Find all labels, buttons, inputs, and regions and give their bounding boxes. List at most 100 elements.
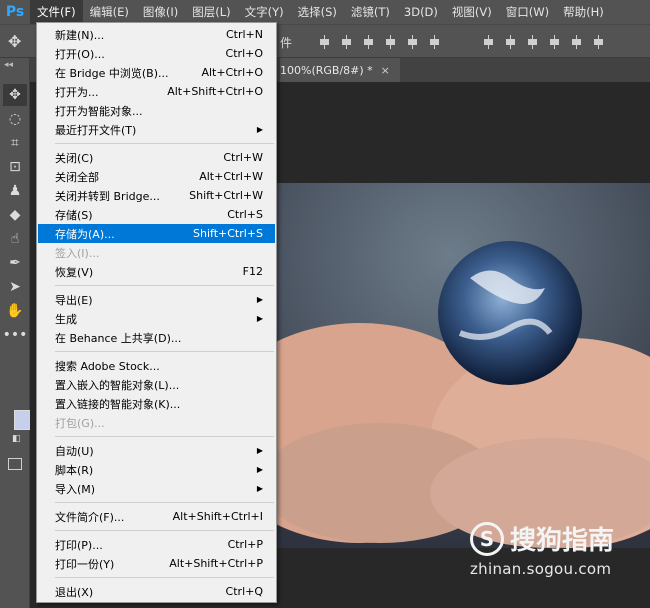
menu-help[interactable]: 帮助(H) [556, 0, 611, 24]
menu-item-export[interactable]: 导出(E) ▶ [38, 290, 275, 309]
hands-globe-photo [250, 183, 650, 548]
menu-view[interactable]: 视图(V) [445, 0, 499, 24]
menu-layer[interactable]: 图层(L) [185, 0, 237, 24]
align-top-icon[interactable] [318, 35, 332, 49]
menu-item-label: 关闭全部 [55, 170, 99, 184]
menu-item-browse-bridge[interactable]: 在 Bridge 中浏览(B)... Alt+Ctrl+O [38, 63, 275, 82]
menu-item-exit[interactable]: 退出(X) Ctrl+Q [38, 582, 275, 601]
move-tool-icon[interactable]: ✥ [3, 84, 27, 106]
menu-item-label: 关闭(C) [55, 151, 94, 165]
frame-tool-icon[interactable]: ⊡ [3, 156, 27, 178]
menu-item-close-go-bridge[interactable]: 关闭并转到 Bridge... Shift+Ctrl+W [38, 186, 275, 205]
menu-item-share-behance[interactable]: 在 Behance 上共享(D)... [38, 328, 275, 347]
document-tab[interactable]: 100%(RGB/8#) * × [280, 58, 400, 82]
menu-image[interactable]: 图像(I) [136, 0, 185, 24]
more-tools-icon[interactable]: ••• [3, 324, 28, 346]
menu-item-label: 导入(M) [55, 482, 96, 496]
menu-item-file-info[interactable]: 文件简介(F)... Alt+Shift+Ctrl+I [38, 507, 275, 526]
menu-item-import[interactable]: 导入(M) ▶ [38, 479, 275, 498]
watermark: S 搜狗指南 zhinan.sogou.com [470, 520, 640, 578]
lasso-tool-icon[interactable]: ◌ [3, 108, 27, 130]
submenu-arrow-icon: ▶ [256, 314, 263, 323]
menu-item-label: 在 Behance 上共享(D)... [55, 331, 182, 345]
menu-item-close[interactable]: 关闭(C) Ctrl+W [38, 148, 275, 167]
document-canvas-image[interactable] [250, 183, 650, 548]
align-right-icon[interactable] [428, 35, 442, 49]
submenu-arrow-icon: ▶ [256, 484, 263, 493]
tools-panel: ◂◂ ✥ ◌ ⌗ ⊡ ♟ ◆ ☝ ✒ ➤ ✋ ••• ◧ [0, 58, 34, 608]
menu-item-close-all[interactable]: 关闭全部 Alt+Ctrl+W [38, 167, 275, 186]
menu-select[interactable]: 选择(S) [291, 0, 344, 24]
stamp-tool-icon[interactable]: ♟ [3, 180, 27, 202]
align-left-icon[interactable] [384, 35, 398, 49]
menu-item-shortcut: Alt+Ctrl+W [199, 170, 263, 183]
distribute-hcenter-icon[interactable] [570, 35, 584, 49]
path-select-tool-icon[interactable]: ➤ [3, 276, 27, 298]
align-vcenter-icon[interactable] [340, 35, 354, 49]
menu-item-open[interactable]: 打开(O)... Ctrl+O [38, 44, 275, 63]
menu-item-new[interactable]: 新建(N)... Ctrl+N [38, 25, 275, 44]
menu-file[interactable]: 文件(F) [30, 0, 83, 24]
smudge-tool-icon[interactable]: ☝ [3, 228, 27, 250]
menu-item-print[interactable]: 打印(P)... Ctrl+P [38, 535, 275, 554]
menu-type[interactable]: 文字(Y) [238, 0, 291, 24]
menu-item-save[interactable]: 存储(S) Ctrl+S [38, 205, 275, 224]
move-tool-icon[interactable]: ✥ [8, 32, 21, 51]
distribute-right-icon[interactable] [592, 35, 606, 49]
menu-item-label: 打印(P)... [55, 538, 103, 552]
align-bottom-icon[interactable] [362, 35, 376, 49]
menu-item-label: 在 Bridge 中浏览(B)... [55, 66, 169, 80]
menu-item-open-smart-object[interactable]: 打开为智能对象... [38, 101, 275, 120]
default-colors-icon[interactable]: ◧ [12, 434, 21, 444]
menu-item-label: 打包(G)... [55, 416, 105, 430]
menu-item-label: 导出(E) [55, 293, 93, 307]
menu-3d[interactable]: 3D(D) [397, 0, 445, 24]
menu-item-scripts[interactable]: 脚本(R) ▶ [38, 460, 275, 479]
menu-item-shortcut: Ctrl+P [227, 538, 263, 551]
menu-item-open-as[interactable]: 打开为... Alt+Shift+Ctrl+O [38, 82, 275, 101]
submenu-arrow-icon: ▶ [256, 295, 263, 304]
menu-separator [55, 530, 274, 531]
hand-tool-icon[interactable]: ✋ [3, 300, 27, 322]
menu-filter[interactable]: 滤镜(T) [344, 0, 397, 24]
menu-item-label: 置入嵌入的智能对象(L)... [55, 378, 180, 392]
menu-item-label: 搜索 Adobe Stock... [55, 359, 160, 373]
menu-item-shortcut: Alt+Shift+Ctrl+O [167, 85, 263, 98]
align-group-1 [318, 35, 442, 49]
menu-item-search-adobe-stock[interactable]: 搜索 Adobe Stock... [38, 356, 275, 375]
distribute-vcenter-icon[interactable] [504, 35, 518, 49]
menu-item-place-embedded[interactable]: 置入嵌入的智能对象(L)... [38, 375, 275, 394]
menu-item-save-as[interactable]: 存储为(A)... Shift+Ctrl+S [38, 224, 275, 243]
menu-item-generate[interactable]: 生成 ▶ [38, 309, 275, 328]
menu-item-print-one-copy[interactable]: 打印一份(Y) Alt+Shift+Ctrl+P [38, 554, 275, 573]
crop-tool-icon[interactable]: ⌗ [3, 132, 27, 154]
quick-mask-icon[interactable] [8, 458, 22, 470]
collapse-panel-icon[interactable]: ◂◂ [4, 60, 13, 70]
menu-item-recent-files[interactable]: 最近打开文件(T) ▶ [38, 120, 275, 139]
menu-item-label: 最近打开文件(T) [55, 123, 137, 137]
eraser-tool-icon[interactable]: ◆ [3, 204, 27, 226]
align-hcenter-icon[interactable] [406, 35, 420, 49]
distribute-bottom-icon[interactable] [526, 35, 540, 49]
menu-item-revert[interactable]: 恢复(V) F12 [38, 262, 275, 281]
menu-item-label: 签入(I)... [55, 246, 100, 260]
submenu-arrow-icon: ▶ [256, 465, 263, 474]
menu-item-place-linked[interactable]: 置入链接的智能对象(K)... [38, 394, 275, 413]
file-menu-dropdown: 新建(N)... Ctrl+N 打开(O)... Ctrl+O 在 Bridge 中… [36, 22, 277, 603]
menu-item-label: 打开(O)... [55, 47, 105, 61]
close-icon[interactable]: × [381, 64, 390, 77]
menu-window[interactable]: 窗口(W) [499, 0, 556, 24]
menu-edit[interactable]: 编辑(E) [83, 0, 136, 24]
pen-tool-icon[interactable]: ✒ [3, 252, 27, 274]
distribute-top-icon[interactable] [482, 35, 496, 49]
menu-item-automate[interactable]: 自动(U) ▶ [38, 441, 275, 460]
photoshop-logo: Ps [5, 4, 25, 20]
distribute-left-icon[interactable] [548, 35, 562, 49]
options-partial-label: 件 [280, 36, 293, 50]
sogou-logo-icon: S [470, 521, 504, 556]
submenu-arrow-icon: ▶ [256, 446, 263, 455]
menu-item-shortcut: Alt+Shift+Ctrl+I [172, 510, 263, 523]
menu-item-label: 退出(X) [55, 585, 94, 599]
menu-item-shortcut: Ctrl+O [225, 47, 263, 60]
menu-item-label: 恢复(V) [55, 265, 94, 279]
